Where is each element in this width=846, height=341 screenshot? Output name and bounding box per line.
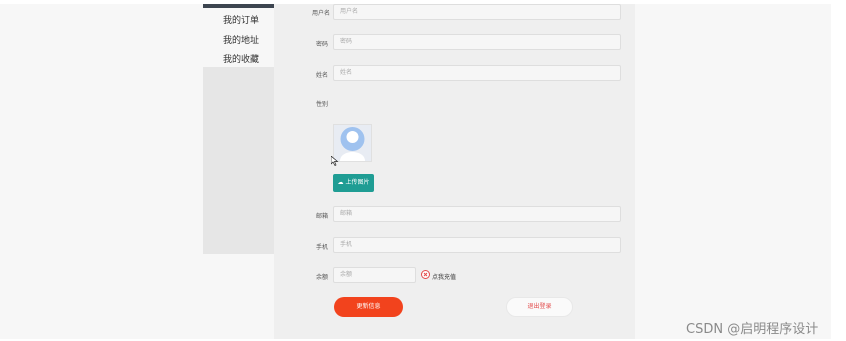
email-input[interactable]: 邮箱 (333, 206, 621, 222)
username-input[interactable]: 用户名 (333, 4, 621, 20)
recharge-icon[interactable] (421, 270, 430, 279)
sidebar-item-address[interactable]: 我的地址 (223, 33, 259, 46)
sidebar-item-favorites[interactable]: 我的收藏 (223, 52, 259, 65)
phone-input[interactable]: 手机 (333, 237, 621, 253)
password-label: 密码 (315, 41, 328, 48)
name-input[interactable]: 姓名 (333, 65, 621, 81)
sidebar: 我的订单 我的地址 我的收藏 (203, 4, 274, 254)
username-label: 用户名 (311, 10, 330, 17)
recharge-link[interactable]: 点我充值 (432, 272, 456, 281)
phone-label: 手机 (315, 244, 328, 251)
profile-form-panel (274, 4, 635, 339)
sidebar-topbar (203, 4, 274, 8)
balance-input: 余额 (333, 267, 416, 283)
cloud-upload-icon: ☁ (337, 179, 344, 186)
gender-label: 性别 (315, 101, 328, 108)
upload-button-label: 上传图片 (345, 179, 370, 186)
balance-label: 余额 (315, 274, 328, 281)
mouse-cursor-icon (331, 156, 339, 166)
logout-button[interactable]: 退出登录 (506, 297, 573, 317)
update-info-button[interactable]: 更新信息 (334, 297, 403, 317)
watermark: CSDN @启明程序设计 (686, 322, 819, 337)
email-label: 邮箱 (315, 213, 328, 220)
name-label: 姓名 (315, 72, 328, 79)
password-input[interactable]: 密码 (333, 34, 621, 50)
sidebar-item-orders[interactable]: 我的订单 (223, 13, 259, 26)
avatar-icon (340, 127, 365, 161)
upload-image-button[interactable]: ☁ 上传图片 (333, 174, 374, 192)
